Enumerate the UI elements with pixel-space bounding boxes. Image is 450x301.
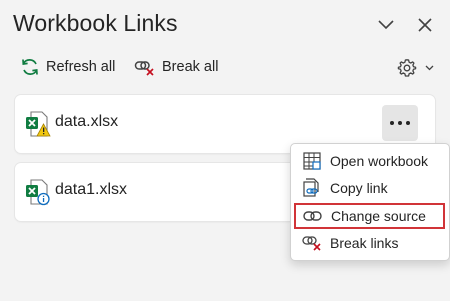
refresh-icon: [22, 59, 38, 75]
pane-title: Workbook Links: [13, 10, 178, 36]
menu-item-label: Change source: [331, 208, 426, 224]
workbook-table-icon: [303, 152, 321, 170]
menu-item-change-source[interactable]: Change source: [294, 203, 445, 229]
more-options-button[interactable]: [382, 105, 418, 141]
menu-item-label: Copy link: [330, 180, 388, 196]
settings-button[interactable]: [397, 56, 440, 80]
menu-item-copy-link[interactable]: Copy link: [295, 176, 443, 200]
collapse-button[interactable]: [374, 13, 398, 37]
menu-item-break-links[interactable]: Break links: [295, 231, 443, 255]
break-link-icon: [302, 236, 321, 251]
link-icon: [303, 211, 322, 221]
menu-item-label: Open workbook: [330, 153, 429, 169]
chevron-down-icon: [378, 20, 394, 30]
break-link-icon: [134, 61, 154, 76]
break-all-label: Break all: [162, 59, 219, 75]
excel-file-info-icon: [26, 179, 50, 206]
menu-item-label: Break links: [330, 235, 399, 251]
menu-item-open-workbook[interactable]: Open workbook: [295, 149, 443, 173]
refresh-all-button[interactable]: Refresh all: [20, 55, 115, 79]
more-dot: [406, 121, 410, 125]
close-button[interactable]: [413, 13, 437, 37]
more-dot: [390, 121, 394, 125]
link-name: data.xlsx: [55, 113, 119, 130]
more-dot: [398, 121, 402, 125]
refresh-all-label: Refresh all: [46, 59, 116, 75]
gear-icon: [397, 59, 417, 77]
link-context-menu: Open workbook Copy link Change source Br…: [290, 143, 450, 261]
copy-link-icon: [303, 178, 319, 197]
close-icon: [418, 18, 432, 32]
excel-file-warning-icon: [26, 111, 51, 137]
chevron-down-icon: [425, 65, 434, 71]
break-all-button[interactable]: Break all: [134, 55, 218, 79]
link-name: data1.xlsx: [55, 181, 128, 198]
